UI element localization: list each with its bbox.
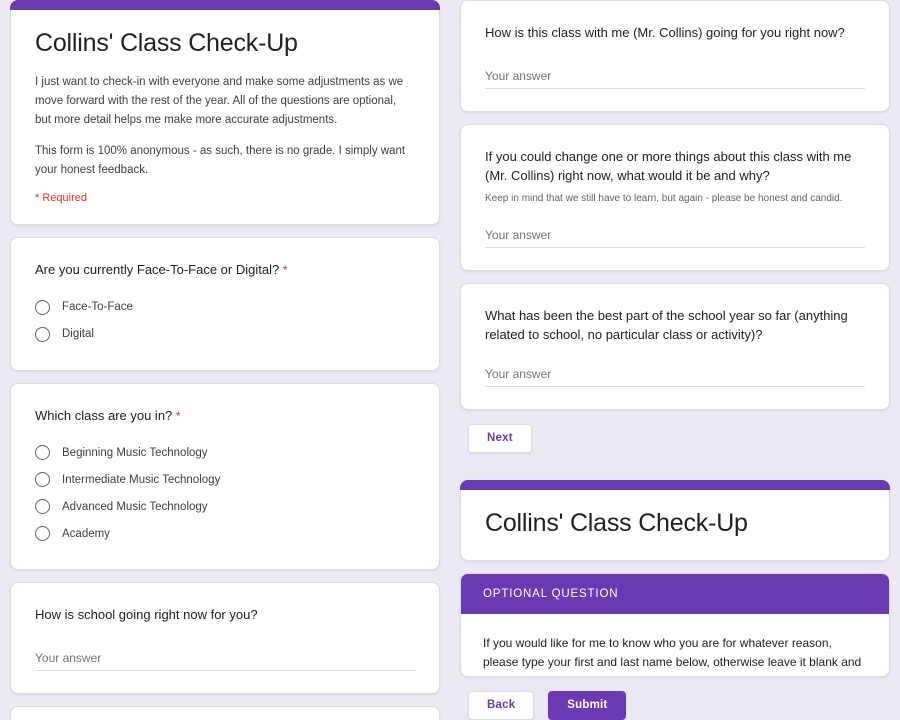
question-title: If you could change one or more things a…: [485, 148, 852, 184]
left-column: Collins' Class Check-Up I just want to c…: [0, 0, 450, 720]
answer-input[interactable]: Your answer: [485, 367, 865, 387]
radio-option-label: Academy: [62, 527, 110, 540]
question-title: What has been the best part of the schoo…: [485, 307, 848, 343]
section-two-header-block: Collins' Class Check-Up: [460, 480, 890, 561]
form-title-card: Collins' Class Check-Up I just want to c…: [10, 10, 440, 226]
required-asterisk: *: [282, 263, 288, 278]
right-column: How is this class with me (Mr. Collins) …: [450, 0, 900, 720]
radio-option-label: Digital: [62, 328, 94, 341]
page-navigation-row-submit: Back Submit: [460, 689, 890, 720]
page-title: Collins' Class Check-Up: [35, 29, 298, 57]
next-button[interactable]: Next: [468, 423, 532, 453]
back-button[interactable]: Back: [468, 690, 535, 720]
answer-input[interactable]: Your answer: [485, 69, 865, 89]
radio-circle-icon[interactable]: [35, 526, 50, 542]
section-header-label: OPTIONAL QUESTION: [461, 573, 889, 614]
form-description-paragraph-1: I just want to check-in with everyone an…: [35, 76, 404, 126]
question-card-face-to-face-or-digital: Are you currently Face-To-Face or Digita…: [10, 237, 440, 371]
question-title: How is this class with me (Mr. Collins) …: [485, 25, 845, 40]
radio-circle-icon[interactable]: [35, 472, 50, 488]
answer-input[interactable]: Your answer: [485, 228, 865, 248]
form-header-block: Collins' Class Check-Up I just want to c…: [10, 0, 440, 226]
question-title: Which class are you in? *: [35, 406, 415, 426]
required-asterisk: *: [175, 408, 181, 423]
section-body: If you would like for me to know who you…: [461, 614, 889, 676]
question-card-how-is-school-going: How is school going right now for you? Y…: [10, 582, 440, 694]
radio-circle-icon[interactable]: [35, 499, 50, 515]
theme-accent-bar: [460, 480, 890, 491]
section-two-title-card: Collins' Class Check-Up: [460, 490, 890, 561]
question-card-class-with-me: How is this class with me (Mr. Collins) …: [460, 0, 890, 112]
form-description-paragraph-2: This form is 100% anonymous - as such, t…: [35, 145, 406, 176]
question-title: Are you currently Face-To-Face or Digita…: [35, 260, 415, 280]
radio-option-label: Face-To-Face: [62, 301, 133, 314]
question-card-change-about-class: If you could change one or more things a…: [460, 123, 890, 271]
question-title-text: Which class are you in?: [35, 407, 173, 423]
radio-option-label: Beginning Music Technology: [62, 446, 208, 459]
question-title: How is school going right now for you?: [35, 607, 258, 623]
question-card-which-class: Which class are you in? * Beginning Musi…: [10, 382, 440, 571]
answer-input[interactable]: Your answer: [35, 651, 415, 671]
radio-option-label: Intermediate Music Technology: [62, 473, 221, 486]
page-navigation-row-next: Next: [460, 422, 890, 453]
radio-option[interactable]: Digital: [35, 321, 415, 348]
radio-option[interactable]: Face-To-Face: [35, 294, 415, 321]
page-title: Collins' Class Check-Up: [485, 509, 748, 538]
theme-accent-bar: [10, 0, 440, 10]
radio-group-face-to-face-or-digital: Face-To-Face Digital: [35, 294, 415, 348]
required-note: * Required: [35, 192, 87, 205]
radio-circle-icon[interactable]: [35, 445, 50, 461]
radio-option[interactable]: Academy: [35, 520, 415, 547]
radio-circle-icon[interactable]: [35, 299, 50, 315]
radio-option-label: Advanced Music Technology: [62, 500, 208, 513]
optional-question-section: OPTIONAL QUESTION If you would like for …: [460, 572, 890, 677]
submit-button[interactable]: Submit: [548, 690, 627, 720]
question-card-best-part-of-school-year: What has been the best part of the schoo…: [460, 282, 890, 410]
radio-circle-icon[interactable]: [35, 326, 50, 342]
radio-option[interactable]: Advanced Music Technology: [35, 493, 415, 520]
question-help-text: Keep in mind that we still have to learn…: [485, 192, 843, 204]
radio-option[interactable]: Intermediate Music Technology: [35, 466, 415, 493]
form-preview-page: Collins' Class Check-Up I just want to c…: [0, 0, 900, 720]
question-card-change-about-school: If you could change one or more things a…: [10, 705, 440, 720]
question-title-text: Are you currently Face-To-Face or Digita…: [35, 262, 280, 278]
radio-option[interactable]: Beginning Music Technology: [35, 439, 415, 466]
question-title: If you would like for me to know who you…: [483, 635, 862, 676]
radio-group-which-class: Beginning Music Technology Intermediate …: [35, 439, 415, 547]
